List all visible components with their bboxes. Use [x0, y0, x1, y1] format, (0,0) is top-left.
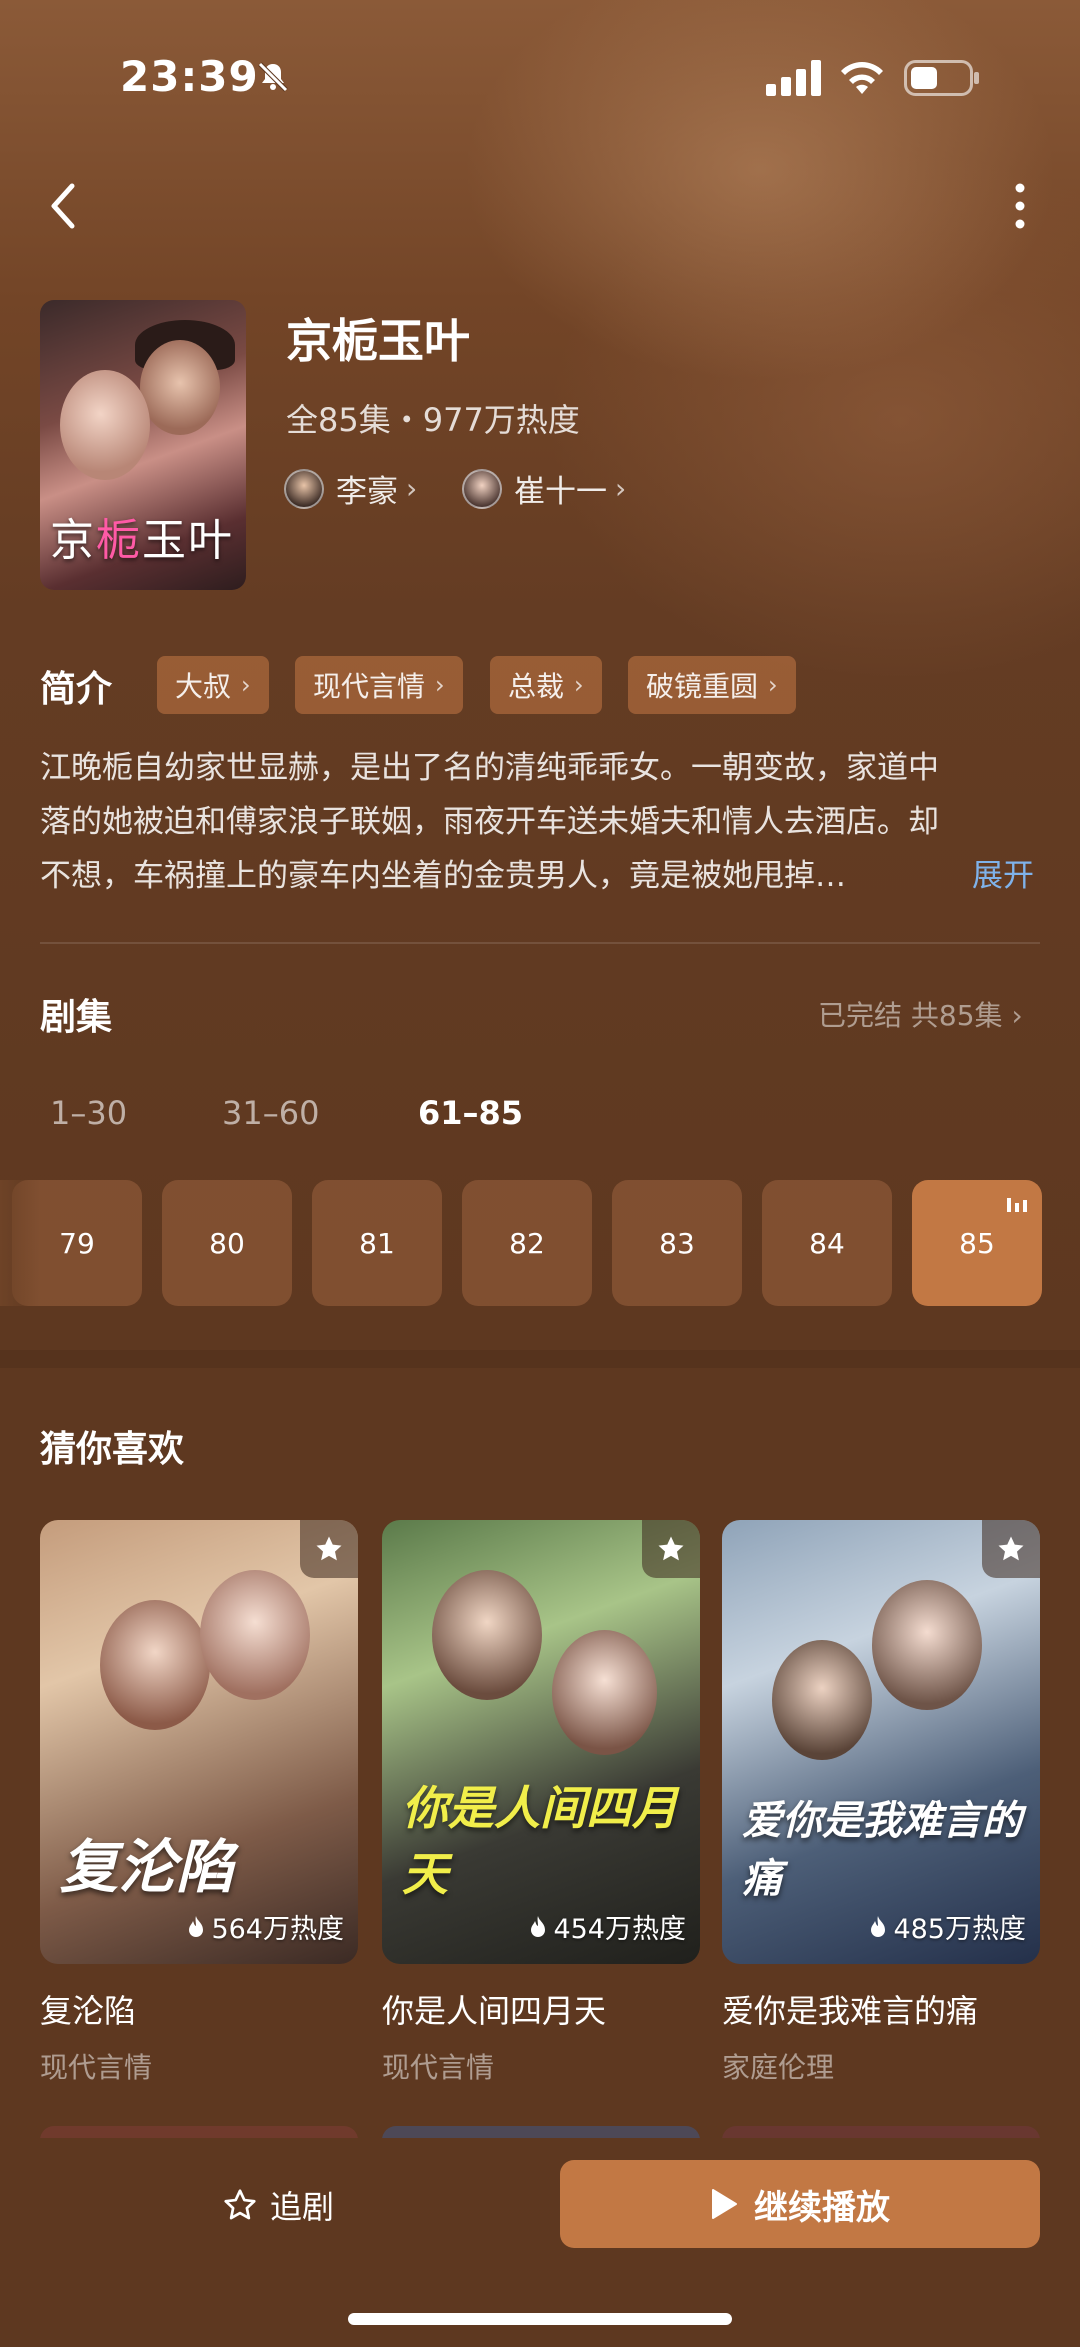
episode-button-playing[interactable]: 85: [912, 1180, 1042, 1306]
drama-meta: 全85集・977万热度: [286, 401, 580, 439]
range-tab-3[interactable]: 61–85: [418, 1094, 523, 1132]
drama-title: 京栀玉叶: [286, 314, 470, 368]
flame-icon: [531, 1915, 546, 1937]
episodes-status-link[interactable]: 已完结 共85集 ›: [818, 994, 1023, 1034]
card-poster-title: 你是人间四月天: [402, 1781, 678, 1901]
continue-play-button[interactable]: 继续播放: [560, 2160, 1040, 2248]
episode-button[interactable]: 81: [312, 1180, 442, 1306]
tag-4[interactable]: 破镜重圆 ›: [628, 656, 796, 714]
card-title[interactable]: 复沦陷: [40, 1986, 136, 2032]
card-poster-title: 复沦陷: [60, 1833, 235, 1901]
intro-text-line: 落的她被迫和傅家浪子联姻，雨夜开车送未婚夫和情人去酒店。却: [40, 804, 939, 840]
intro-text-line: 江晚栀自幼家世显赫，是出了名的清纯乖乖女。一朝变故，家道中: [40, 750, 939, 786]
chevron-right-icon: ›: [574, 671, 584, 699]
recommend-heading: 猜你喜欢: [40, 1429, 185, 1470]
playing-bars-icon: [1007, 1198, 1027, 1212]
chevron-right-icon: ›: [406, 472, 418, 505]
heat-count: 454万热度: [529, 1907, 686, 1946]
card-title[interactable]: 爱你是我难言的痛: [722, 1986, 978, 2032]
section-separator: [0, 1350, 1080, 1368]
chevron-right-icon: ›: [241, 671, 251, 699]
tag-1[interactable]: 大叔 ›: [157, 656, 269, 714]
episode-button[interactable]: 80: [162, 1180, 292, 1306]
wifi-icon: [841, 62, 883, 94]
chevron-right-icon: ›: [1011, 999, 1023, 1032]
status-time: 23:39: [120, 52, 259, 101]
star-outline-icon: [224, 2189, 256, 2220]
actor-link-2[interactable]: 崔十一 ›: [462, 466, 626, 511]
range-tab-2[interactable]: 31–60: [222, 1094, 319, 1132]
chevron-right-icon: ›: [615, 472, 627, 505]
favorite-star-icon[interactable]: [982, 1520, 1040, 1578]
play-icon: [712, 2189, 737, 2219]
more-options-icon[interactable]: [1000, 178, 1040, 234]
favorite-star-icon[interactable]: [300, 1520, 358, 1578]
card-genre: 现代言情: [40, 2051, 153, 2084]
episode-button[interactable]: 84: [762, 1180, 892, 1306]
card-genre: 家庭伦理: [722, 2051, 835, 2084]
recommend-card-1[interactable]: 复沦陷 564万热度: [40, 1520, 358, 1964]
favorite-star-icon[interactable]: [642, 1520, 700, 1578]
expand-link[interactable]: 展开: [972, 850, 1034, 895]
flame-icon: [871, 1915, 886, 1937]
intro-text-line: 不想，车祸撞上的豪车内坐着的金贵男人，竟是被她甩掉…: [40, 858, 846, 894]
recommend-card-2[interactable]: 你是人间四月天 454万热度: [382, 1520, 700, 1964]
cellular-signal-icon: [766, 60, 821, 96]
card-genre: 现代言情: [382, 2051, 495, 2084]
home-indicator[interactable]: [348, 2313, 732, 2325]
card-title[interactable]: 你是人间四月天: [382, 1986, 606, 2032]
battery-icon: [904, 60, 979, 96]
intro-heading: 简介: [40, 669, 113, 710]
tag-3[interactable]: 总裁 ›: [490, 656, 602, 714]
chevron-right-icon: ›: [768, 671, 778, 699]
heat-count: 564万热度: [187, 1907, 344, 1946]
bell-muted-icon: [258, 62, 288, 92]
heat-count: 485万热度: [869, 1907, 1026, 1946]
follow-button[interactable]: 追剧: [222, 2182, 334, 2228]
episode-button[interactable]: 82: [462, 1180, 592, 1306]
drama-poster[interactable]: 京栀玉叶: [40, 300, 246, 590]
range-tab-1[interactable]: 1–30: [50, 1094, 127, 1132]
divider: [40, 942, 1040, 944]
poster-title: 京栀玉叶: [50, 515, 234, 566]
chevron-right-icon: ›: [435, 671, 445, 699]
avatar: [284, 468, 324, 509]
episode-button[interactable]: 83: [612, 1180, 742, 1306]
back-chevron-icon[interactable]: [44, 178, 84, 234]
episodes-heading: 剧集: [40, 997, 113, 1038]
card-poster-title: 爱你是我难言的痛: [742, 1797, 1022, 1902]
recommend-card-3[interactable]: 爱你是我难言的痛 485万热度: [722, 1520, 1040, 1964]
actor-link-1[interactable]: 李豪 ›: [284, 466, 417, 511]
flame-icon: [189, 1915, 204, 1937]
avatar: [462, 468, 502, 509]
tag-2[interactable]: 现代言情 ›: [295, 656, 463, 714]
